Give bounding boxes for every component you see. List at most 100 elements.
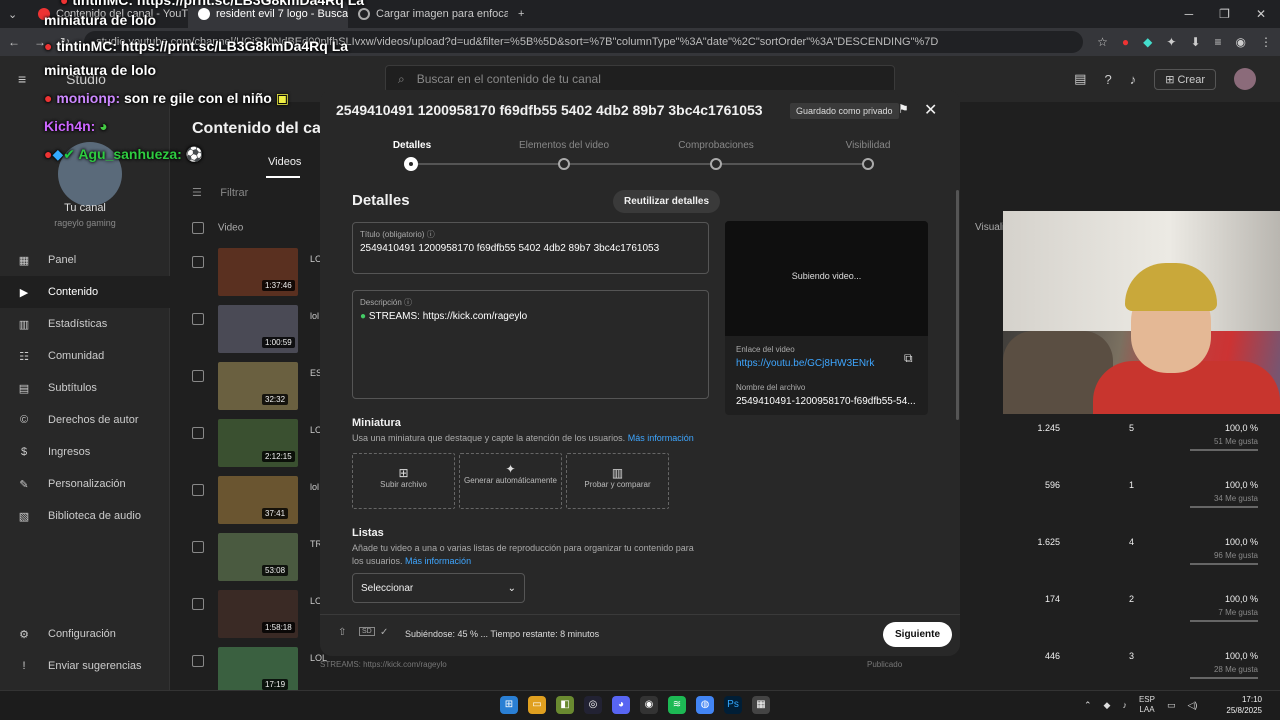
clock[interactable]: 17:10 25/8/2025 xyxy=(1226,694,1262,716)
new-tab-button[interactable]: + xyxy=(508,0,538,28)
help-icon[interactable]: ⓘ xyxy=(427,230,435,239)
row-checkbox[interactable] xyxy=(192,256,204,268)
nav-icon: © xyxy=(19,414,29,426)
row-checkbox[interactable] xyxy=(192,541,204,553)
step-details[interactable]: Detalles xyxy=(352,140,472,151)
photoshop-icon[interactable]: Ps xyxy=(724,696,742,714)
sidebar-item-subt-tulos[interactable]: ▤ Subtítulos xyxy=(0,372,170,404)
close-window-icon[interactable]: ✕ xyxy=(1256,7,1266,21)
playlist-select[interactable]: Seleccionar ⌄ xyxy=(352,573,525,603)
tab-videos[interactable]: Videos xyxy=(268,156,301,168)
select-all-checkbox[interactable] xyxy=(192,222,204,234)
sidebar-item-enviar-sugerencias[interactable]: ! Enviar sugerencias xyxy=(0,650,170,682)
like-bar xyxy=(1190,506,1258,508)
bell-icon[interactable]: ♪ xyxy=(1130,72,1137,87)
file-explorer-icon[interactable]: ▭ xyxy=(528,696,546,714)
video-title[interactable]: lol xyxy=(310,482,319,492)
obs-icon[interactable]: ◉ xyxy=(640,696,658,714)
sidebar-item-configuraci-n[interactable]: ⚙ Configuración xyxy=(0,618,170,650)
step-video-elements[interactable]: Elementos del video xyxy=(504,140,624,151)
reading-list-icon[interactable]: ≡ xyxy=(1215,35,1222,49)
tray-app-icon[interactable]: ◆ xyxy=(1104,700,1111,711)
filter-bar[interactable]: ☰ Filtrar xyxy=(192,186,248,199)
next-button[interactable]: Siguiente xyxy=(883,622,953,647)
upload-thumbnail-button[interactable]: ⊞ Subir archivo xyxy=(352,453,455,509)
title-field[interactable]: Título (obligatorio) ⓘ 2549410491 120095… xyxy=(352,222,709,274)
more-info-link[interactable]: Más información xyxy=(405,556,471,566)
language-indicator[interactable]: ESP LAA xyxy=(1139,695,1155,715)
steam-icon[interactable]: ◎ xyxy=(584,696,602,714)
chevron-up-icon[interactable]: ⌃ xyxy=(1084,700,1092,711)
upload-status: Subiéndose: 45 % ... Tiempo restante: 8 … xyxy=(405,629,600,639)
search-input[interactable]: ⌕ Buscar en el contenido de tu canal xyxy=(385,65,895,93)
video-title[interactable]: lol xyxy=(310,311,319,321)
spotify-icon[interactable]: ≋ xyxy=(668,696,686,714)
more-info-link[interactable]: Más información xyxy=(628,433,694,443)
feedback-icon[interactable]: ▤ xyxy=(1074,71,1086,87)
sidebar-item-label: Personalización xyxy=(48,478,126,490)
sidebar-item-biblioteca-de-audio[interactable]: ▧ Biblioteca de audio xyxy=(0,500,170,532)
step-checks[interactable]: Comprobaciones xyxy=(656,140,776,151)
system-tray: ⌃ ◆ ♪ ESP LAA ▭ ◁) xyxy=(1084,695,1197,715)
chrome-icon[interactable]: ◍ xyxy=(696,696,714,714)
hamburger-icon[interactable]: ≡ xyxy=(18,71,26,87)
row-checkbox[interactable] xyxy=(192,370,204,382)
avatar[interactable] xyxy=(1234,68,1256,90)
reuse-details-button[interactable]: Reutilizar detalles xyxy=(613,190,721,213)
windows-start-icon[interactable]: ⊞ xyxy=(500,696,518,714)
tab-image-enhancer[interactable]: Cargar imagen para enfocarla y agrandarl… xyxy=(348,0,508,28)
sidebar-item-contenido[interactable]: ▶ Contenido xyxy=(0,276,170,308)
row-checkbox[interactable] xyxy=(192,655,204,667)
loading-favicon-icon xyxy=(358,8,370,20)
sidebar-item-ingresos[interactable]: $ Ingresos xyxy=(0,436,170,468)
sidebar-item-personalizaci-n[interactable]: ✎ Personalización xyxy=(0,468,170,500)
microphone-icon[interactable]: ♪ xyxy=(1122,700,1127,710)
profile-icon[interactable]: ◉ xyxy=(1236,35,1246,49)
search-icon: ⌕ xyxy=(398,71,405,86)
help-icon[interactable]: ? xyxy=(1104,72,1111,87)
app-icon[interactable]: ▦ xyxy=(752,696,770,714)
back-icon[interactable]: ← xyxy=(8,35,20,49)
row-checkbox[interactable] xyxy=(192,313,204,325)
scrollbar[interactable] xyxy=(956,190,959,420)
extension-icon[interactable]: ● xyxy=(1122,35,1129,49)
create-button[interactable]: ⊞ Crear xyxy=(1154,68,1216,90)
webcam-overlay xyxy=(1003,211,1280,414)
close-icon[interactable]: ✕ xyxy=(924,100,937,120)
help-icon[interactable]: ⓘ xyxy=(404,298,412,307)
network-icon[interactable]: ▭ xyxy=(1167,700,1176,711)
sidebar-item-derechos-de-autor[interactable]: © Derechos de autor xyxy=(0,404,170,436)
puzzle-icon[interactable]: ✦ xyxy=(1166,35,1176,49)
discord-icon[interactable]: ◕ xyxy=(612,696,630,714)
description-field[interactable]: Descripción ⓘ ● STREAMS: https://kick.co… xyxy=(352,290,709,399)
video-link[interactable]: https://youtu.be/GCj8HW3ENrk xyxy=(736,358,874,369)
row-checkbox[interactable] xyxy=(192,484,204,496)
app-icon[interactable]: ◧ xyxy=(556,696,574,714)
row-checkbox[interactable] xyxy=(192,598,204,610)
minimize-icon[interactable]: ─ xyxy=(1185,7,1194,21)
copy-icon[interactable]: ⧉ xyxy=(904,351,913,366)
sidebar-item-panel[interactable]: ▦ Panel xyxy=(0,244,170,276)
test-compare-button[interactable]: ▥ Probar y comparar xyxy=(566,453,669,509)
auto-generate-button[interactable]: ✦ Generar automáticamente xyxy=(459,453,562,509)
sidebar-item-estad-sticas[interactable]: ▥ Estadísticas xyxy=(0,308,170,340)
extension-icon[interactable]: ◆ xyxy=(1143,35,1152,49)
report-icon[interactable]: ⚑ xyxy=(898,102,909,116)
restore-icon[interactable]: ❐ xyxy=(1219,7,1230,21)
chat-message: miniatura de lolo xyxy=(44,62,157,78)
step-dot[interactable] xyxy=(862,158,874,170)
volume-icon[interactable]: ◁) xyxy=(1188,700,1198,711)
check-icon: ✓ xyxy=(380,627,389,638)
more-icon[interactable]: ⋮ xyxy=(1260,35,1272,49)
tab-menu[interactable]: ⌄ xyxy=(0,0,28,28)
step-visibility[interactable]: Visibilidad xyxy=(808,140,928,151)
step-dot[interactable] xyxy=(558,158,570,170)
step-dot[interactable] xyxy=(404,157,418,171)
bookmark-star-icon[interactable]: ☆ xyxy=(1097,35,1108,49)
sidebar-item-comunidad[interactable]: ☷ Comunidad xyxy=(0,340,170,372)
step-dot[interactable] xyxy=(710,158,722,170)
nav-icon: ⚙ xyxy=(19,628,29,641)
row-checkbox[interactable] xyxy=(192,427,204,439)
download-icon[interactable]: ⬇ xyxy=(1190,35,1200,49)
channel-name: Tu canal xyxy=(64,202,106,214)
